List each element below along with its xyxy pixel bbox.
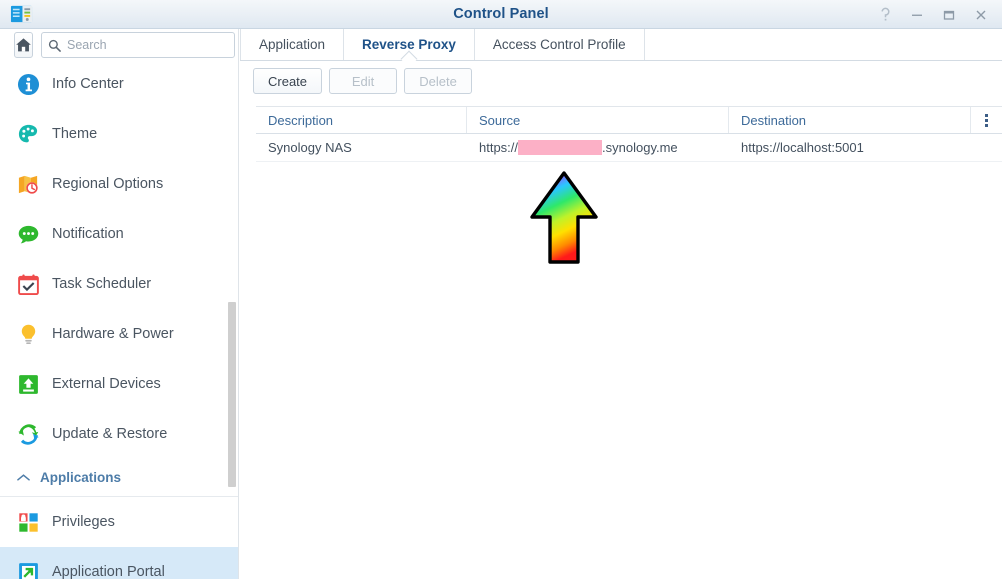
sidebar-item-regional-options[interactable]: Regional Options xyxy=(0,159,238,209)
tab-bar-filler xyxy=(645,29,1002,60)
create-button[interactable]: Create xyxy=(253,68,323,94)
info-center-icon xyxy=(16,72,40,96)
regional-options-icon xyxy=(16,172,40,196)
sidebar-item-label: Application Portal xyxy=(52,564,165,579)
main-panel: Application Reverse Proxy Access Control… xyxy=(240,29,1002,579)
window-controls xyxy=(870,0,996,29)
application-portal-icon xyxy=(16,560,40,579)
home-icon xyxy=(16,38,31,52)
search-input[interactable] xyxy=(67,38,228,52)
source-suffix: .synology.me xyxy=(602,140,678,155)
sidebar-item-label: Task Scheduler xyxy=(52,276,152,292)
hardware-power-icon xyxy=(16,322,40,346)
help-button[interactable] xyxy=(870,1,900,29)
sidebar-item-label: Hardware & Power xyxy=(52,326,174,342)
rainbow-up-arrow xyxy=(530,171,598,264)
tab-application[interactable]: Application xyxy=(240,29,345,60)
home-button[interactable] xyxy=(14,32,33,58)
sidebar-item-label: Theme xyxy=(52,126,98,142)
chevron-up-icon xyxy=(16,471,30,485)
sidebar-item-privileges[interactable]: Privileges xyxy=(0,497,238,547)
task-scheduler-icon xyxy=(16,272,40,296)
tab-label: Access Control Profile xyxy=(492,37,626,52)
sidebar-item-application-portal[interactable]: Application Portal xyxy=(0,547,238,579)
theme-palette-icon xyxy=(16,122,40,146)
sidebar-section-label: Applications xyxy=(40,470,122,485)
sidebar-item-label: Regional Options xyxy=(52,176,164,192)
privileges-icon xyxy=(16,510,40,534)
sidebar-item-label: Update & Restore xyxy=(52,426,168,442)
sidebar-item-label: Privileges xyxy=(52,514,115,530)
tab-bar: Application Reverse Proxy Access Control… xyxy=(240,29,1002,61)
sidebar-item-theme[interactable]: Theme xyxy=(0,109,238,159)
external-devices-icon xyxy=(16,372,40,396)
sidebar-item-task-scheduler[interactable]: Task Scheduler xyxy=(0,259,238,309)
sidebar-item-list: Info Center Theme Regional Options Notif… xyxy=(0,59,238,579)
cell-destination: https://localhost:5001 xyxy=(741,140,864,155)
reverse-proxy-table: Description Source Destination Synology … xyxy=(256,106,1002,162)
tab-access-control-profile[interactable]: Access Control Profile xyxy=(475,29,645,60)
search-icon xyxy=(48,39,61,52)
sidebar-item-hardware-power[interactable]: Hardware & Power xyxy=(0,309,238,359)
control-panel-window: Control Panel Search Info Center Theme R… xyxy=(0,0,1002,579)
table-header: Description Source Destination xyxy=(256,106,1002,134)
sidebar-header xyxy=(0,29,238,59)
sidebar: Info Center Theme xyxy=(0,29,239,579)
action-toolbar: Create Edit Delete xyxy=(240,61,1002,101)
sidebar-section-applications[interactable]: Applications xyxy=(0,459,238,497)
column-options-icon[interactable] xyxy=(971,107,1002,133)
sidebar-scrollbar[interactable] xyxy=(228,302,236,487)
cell-description: Synology NAS xyxy=(268,140,352,155)
redaction-block xyxy=(518,140,603,155)
notification-icon xyxy=(16,222,40,246)
tab-label: Application xyxy=(259,37,326,52)
source-prefix: https:// xyxy=(479,140,519,155)
delete-button[interactable]: Delete xyxy=(404,68,473,94)
window-titlebar: Control Panel xyxy=(0,0,1002,29)
tab-label: Reverse Proxy xyxy=(362,37,456,52)
tab-reverse-proxy[interactable]: Reverse Proxy xyxy=(344,29,475,60)
table-row[interactable]: Synology NAS https:// .synology.me https… xyxy=(256,134,1002,162)
column-header-description[interactable]: Description xyxy=(256,107,467,133)
sidebar-item-notification[interactable]: Notification xyxy=(0,209,238,259)
column-header-destination[interactable]: Destination xyxy=(729,107,971,133)
sidebar-item-update-restore[interactable]: Update & Restore xyxy=(0,409,238,459)
column-header-source[interactable]: Source xyxy=(467,107,729,133)
sidebar-item-info-center[interactable]: Info Center xyxy=(0,59,238,109)
cell-source: https:// .synology.me xyxy=(467,134,729,161)
sidebar-item-label: Notification xyxy=(52,226,124,242)
sidebar-item-external-devices[interactable]: External Devices xyxy=(0,359,238,409)
search-box[interactable] xyxy=(41,32,235,58)
maximize-button[interactable] xyxy=(934,1,964,29)
minimize-button[interactable] xyxy=(902,1,932,29)
window-title: Control Panel xyxy=(453,6,549,22)
sidebar-item-label: Info Center xyxy=(52,76,124,92)
sidebar-item-label: External Devices xyxy=(52,376,161,392)
update-restore-icon xyxy=(16,422,40,446)
close-button[interactable] xyxy=(966,1,996,29)
edit-button[interactable]: Edit xyxy=(329,68,398,94)
